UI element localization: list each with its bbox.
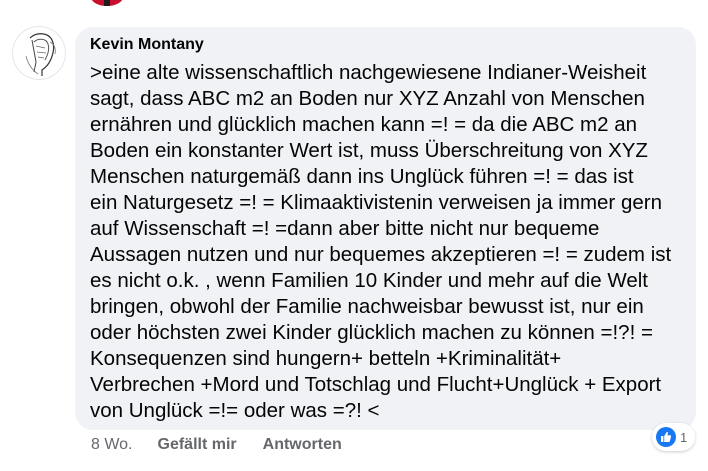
- previous-avatar-fragment[interactable]: [91, 0, 123, 6]
- comment-text: >eine alte wissenschaftlich nachgewiesen…: [90, 61, 672, 422]
- comment-bubble: Kevin Montany >eine alte wissenschaftlic…: [75, 27, 696, 430]
- avatar[interactable]: [12, 26, 66, 80]
- comment-timestamp[interactable]: 8 Wo.: [91, 436, 133, 454]
- avatar-sketch-icon: [25, 33, 56, 76]
- comment-author[interactable]: Kevin Montany: [90, 36, 204, 54]
- comment-actions: 8 Wo. Gefällt mir Antworten: [91, 436, 342, 454]
- reaction-count: 1: [680, 429, 688, 445]
- reaction-summary[interactable]: 1: [652, 423, 696, 451]
- like-button[interactable]: Gefällt mir: [158, 436, 237, 454]
- like-thumbs-up-icon: [656, 427, 676, 447]
- reply-button[interactable]: Antworten: [263, 436, 342, 454]
